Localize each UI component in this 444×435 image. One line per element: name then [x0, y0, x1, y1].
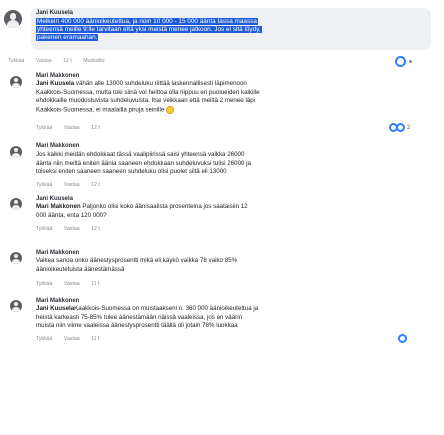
- comment-author[interactable]: Mari Makkonen: [36, 298, 79, 304]
- comment-text: Jos kaikki meidän ehdokkaat tässä vaalip…: [36, 151, 251, 176]
- selected-text-line: Melkein 400 000 äänioikeutettua, ja noin…: [36, 18, 258, 25]
- reply-link[interactable]: Vastaa: [36, 58, 52, 64]
- timestamp[interactable]: 11 t: [91, 336, 99, 342]
- reply-link[interactable]: Vastaa: [64, 281, 80, 287]
- smiley-emoji-icon: [166, 105, 175, 114]
- comment-actions: Tykkää Vastaa 12 t: [36, 226, 110, 232]
- timestamp[interactable]: 12 t: [91, 182, 100, 188]
- comment-actions: Tykkää Vastaa 11 t: [36, 336, 109, 342]
- like-link[interactable]: Tykkää: [8, 58, 24, 64]
- comment-actions: Tykkää Vastaa 12 t: [36, 125, 110, 131]
- timestamp[interactable]: 11 t: [91, 281, 99, 287]
- reaction-ring-icon: [396, 123, 405, 132]
- reply-link[interactable]: Vastaa: [64, 125, 80, 131]
- avatar[interactable]: [10, 146, 22, 158]
- reaction-indicator[interactable]: 2: [389, 123, 410, 132]
- reply-link[interactable]: Vastaa: [64, 336, 80, 342]
- avatar[interactable]: [10, 198, 22, 210]
- mention[interactable]: Mari Makkonen: [36, 203, 81, 210]
- avatar[interactable]: [10, 252, 22, 264]
- comment-actions: Tykkää Vastaa 12 t: [36, 182, 110, 188]
- timestamp[interactable]: 12 t: [63, 58, 72, 64]
- avatar[interactable]: [10, 300, 22, 312]
- reaction-dot-icon: [409, 60, 412, 63]
- selected-text-line: yhteensä meille 9:lle tarvitaan että yks…: [36, 26, 262, 33]
- like-link[interactable]: Tykkää: [36, 226, 52, 232]
- edited-label: Muokattu: [83, 58, 105, 64]
- reaction-count: 2: [407, 124, 411, 131]
- like-link[interactable]: Tykkää: [36, 336, 52, 342]
- reaction-indicator[interactable]: [395, 56, 412, 67]
- selected-text-line: pakenen eramaahan.: [36, 34, 99, 41]
- timestamp[interactable]: 12 t: [91, 125, 100, 131]
- mention[interactable]: Jani Kuusela: [36, 80, 74, 87]
- reaction-ring-icon: [398, 334, 407, 343]
- timestamp[interactable]: 12 t: [91, 226, 100, 232]
- comment-text: Mari Makkonen Paljonko olisi koko äänisa…: [36, 203, 248, 219]
- reaction-indicator[interactable]: [398, 334, 407, 343]
- comment-actions: Tykkää Vastaa 12 t Muokattu: [8, 58, 115, 64]
- comment-author[interactable]: Mari Makkonen: [36, 250, 79, 256]
- reply-link[interactable]: Vastaa: [64, 182, 80, 188]
- comment-text: Jani Kuusela vähän alle 13000 suhdeluku …: [36, 80, 260, 114]
- comment-author[interactable]: Mari Makkonen: [36, 143, 79, 149]
- like-link[interactable]: Tykkää: [36, 182, 52, 188]
- comment-author[interactable]: Mari Makkonen: [36, 73, 79, 79]
- comment-text: Vaikea sanoa onko äänestysprosentti mikä…: [36, 257, 238, 273]
- reaction-ring-icon: [395, 56, 406, 67]
- like-link[interactable]: Tykkää: [36, 125, 52, 131]
- avatar[interactable]: [10, 76, 22, 88]
- comment-author[interactable]: Jani Kuusela: [36, 10, 73, 16]
- mention[interactable]: Jani Kuusela: [36, 305, 74, 312]
- like-link[interactable]: Tykkää: [36, 281, 52, 287]
- comment-text: Jani KuuselaKaakkois-Suomessa on muistaa…: [36, 305, 259, 330]
- comment-actions: Tykkää Vastaa 11 t: [36, 281, 109, 287]
- comment-author[interactable]: Jani Kuusela: [36, 196, 73, 202]
- avatar[interactable]: [4, 10, 22, 28]
- reply-link[interactable]: Vastaa: [64, 226, 80, 232]
